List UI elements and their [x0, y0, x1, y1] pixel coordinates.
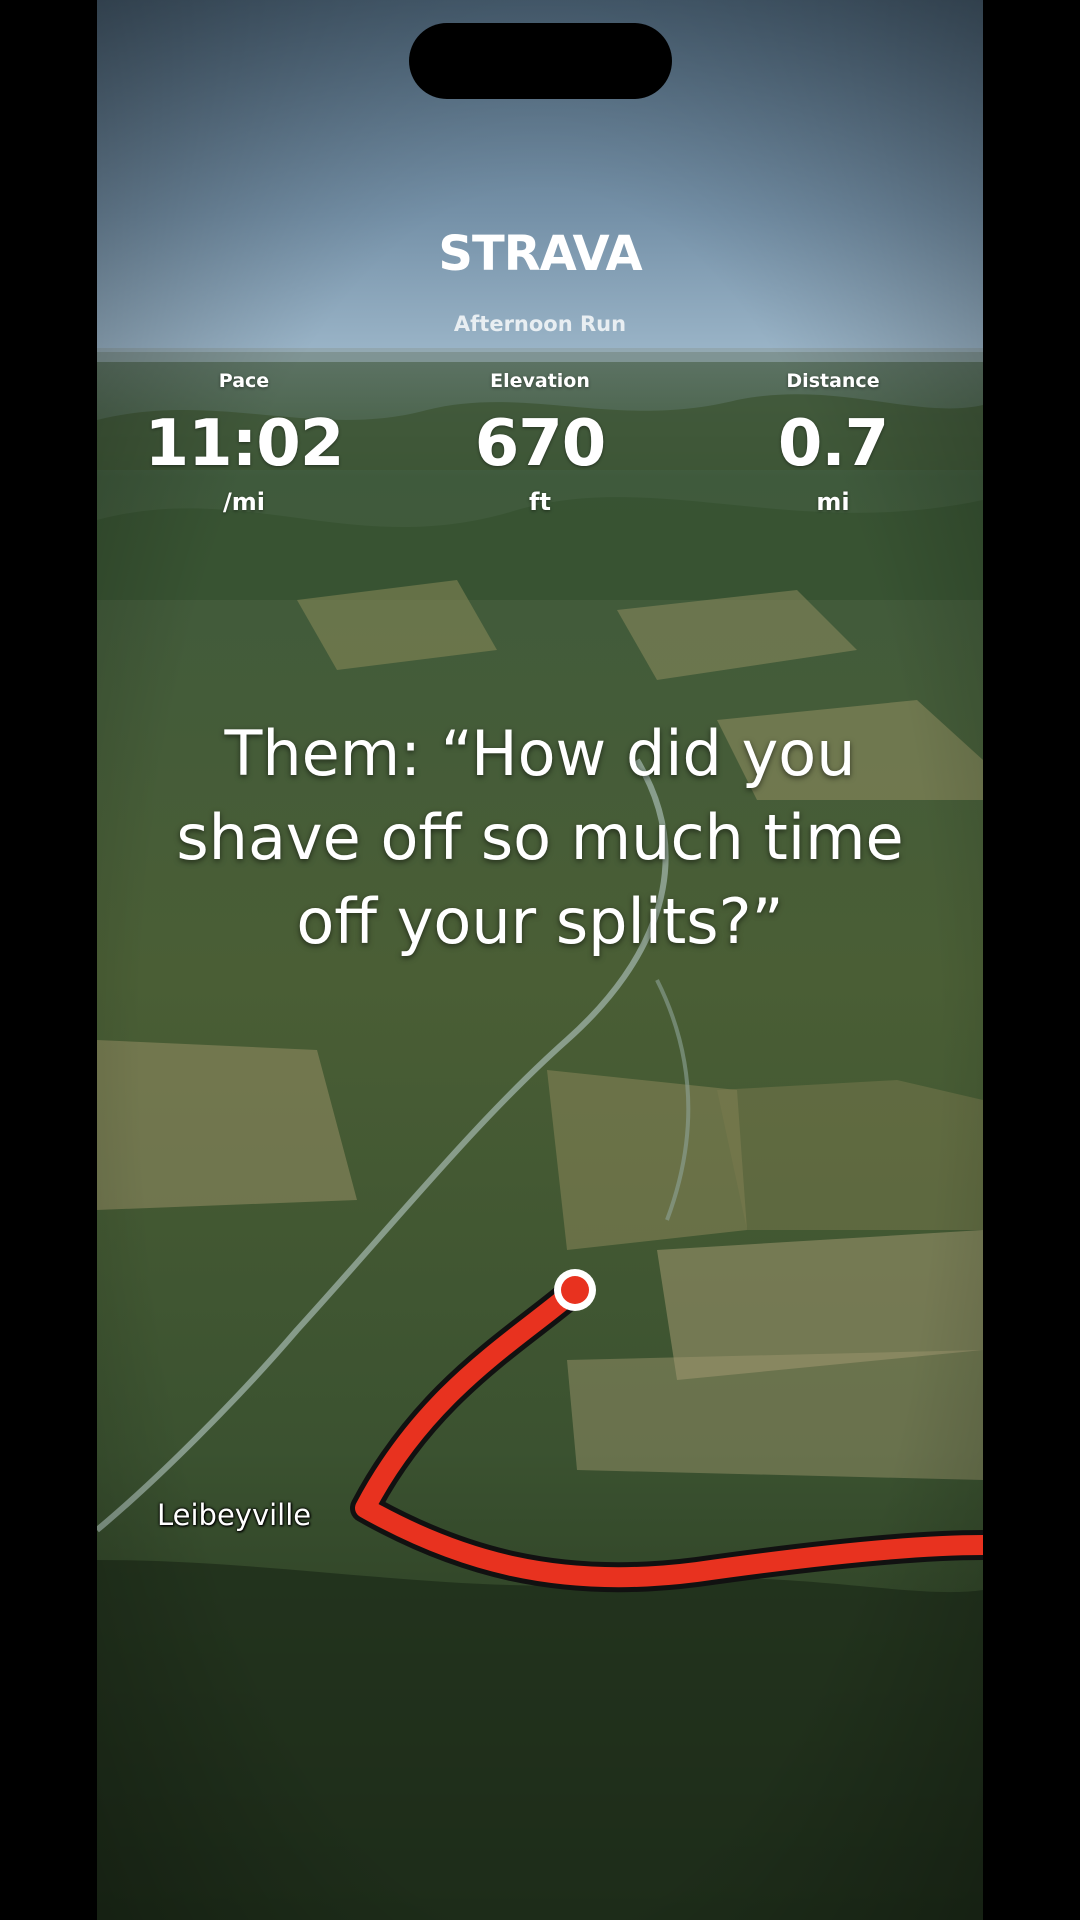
stat-value: 11:02 [144, 407, 345, 481]
stat-distance: Distance 0.7 mi [713, 370, 953, 516]
flyover-screen: STRAVA Afternoon Run Pace 11:02 /mi Elev… [97, 0, 983, 1920]
stat-label: Elevation [490, 370, 590, 392]
stat-unit: /mi [223, 488, 265, 516]
strava-logo: STRAVA [97, 228, 983, 281]
stat-unit: ft [529, 488, 551, 516]
svg-text:STRAVA: STRAVA [438, 228, 642, 276]
stat-label: Pace [218, 370, 270, 392]
stat-pace: Pace 11:02 /mi [124, 370, 364, 516]
strava-logo-icon: STRAVA [438, 228, 643, 276]
stat-value: 670 [474, 407, 607, 481]
phone-frame: STRAVA Afternoon Run Pace 11:02 /mi Elev… [0, 0, 1080, 1920]
map-place-label: Leibeyville [157, 1498, 312, 1532]
route-path [355, 1280, 983, 1588]
overlay-caption: Them: “How did you shave off so much tim… [176, 717, 904, 958]
stat-label: Distance [786, 370, 880, 392]
stat-elevation: Elevation 670 ft [420, 370, 660, 516]
stat-unit: mi [816, 488, 850, 516]
dynamic-island [409, 23, 672, 99]
activity-title: Afternoon Run [453, 312, 627, 336]
stat-value: 0.7 [777, 407, 889, 481]
